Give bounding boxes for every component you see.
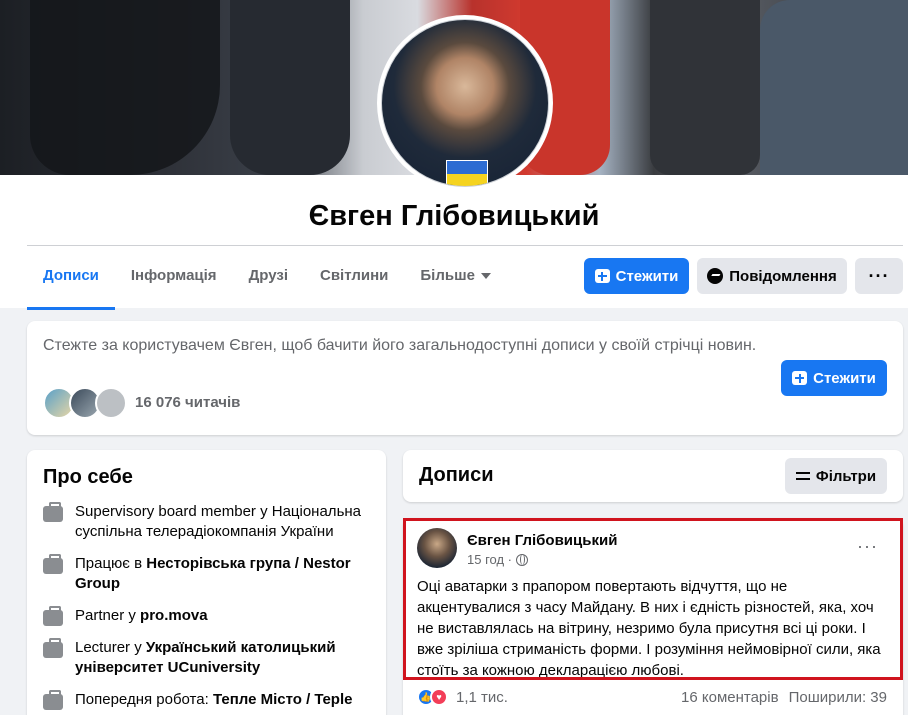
follow-prompt-text: Стежте за користувачем Євген, щоб бачити… xyxy=(43,337,757,354)
about-item-link[interactable]: Тепле Місто / Teple xyxy=(213,691,353,708)
follow-button-label: Стежити xyxy=(615,267,679,285)
follow-button-secondary[interactable]: Стежити xyxy=(781,360,887,396)
profile-avatar[interactable] xyxy=(377,15,553,191)
tab-more[interactable]: Більше xyxy=(404,253,507,305)
follow-button[interactable]: Стежити xyxy=(584,258,689,294)
caret-down-icon xyxy=(480,273,491,280)
posts-header-card: Дописи Фільтри xyxy=(403,450,903,502)
avatar xyxy=(381,19,549,187)
about-item-text: Працює в xyxy=(75,555,147,572)
avatar[interactable] xyxy=(417,528,457,568)
about-item-text: Supervisory board member у Національна с… xyxy=(75,503,362,540)
tab-more-label: Більше xyxy=(420,267,475,284)
follow-icon xyxy=(792,371,808,385)
post-text: Оці аватарки з прапором повертають відчу… xyxy=(417,578,881,679)
about-list: Supervisory board member у Національна с… xyxy=(43,502,373,715)
message-button[interactable]: Повідомлення xyxy=(697,258,847,294)
list-item: Lecturer у Український католицький уніве… xyxy=(43,638,373,678)
follow-button-label: Стежити xyxy=(813,369,876,387)
post-stats: 👍 ♥ 1,1 тис. 16 коментарів Поширили: 39 xyxy=(417,688,887,706)
list-item: Працює в Несторівська група / Nestor Gro… xyxy=(43,554,373,594)
about-item-text: Lecturer у xyxy=(75,639,146,656)
post-card: Євген Глібовицький 15 год · ··· Оці ават… xyxy=(403,518,903,715)
briefcase-icon xyxy=(43,690,63,710)
list-item: Попередня робота: Тепле Місто / Teple xyxy=(43,690,373,710)
filter-icon xyxy=(795,470,810,482)
messenger-icon xyxy=(707,268,724,284)
globe-icon xyxy=(516,553,528,566)
post-author[interactable]: Євген Глібовицький xyxy=(467,532,617,549)
posts-title: Дописи xyxy=(419,464,494,486)
post-time[interactable]: 15 год · xyxy=(467,552,512,567)
about-item-text: Partner у xyxy=(75,607,141,624)
profile-name: Євген Глібовицький xyxy=(308,200,600,232)
ukraine-flag-icon xyxy=(446,160,488,186)
comments-count[interactable]: 16 коментарів xyxy=(681,689,779,706)
briefcase-icon xyxy=(43,606,63,626)
follow-icon xyxy=(594,269,610,283)
profile-tabs: Дописи Інформація Друзі Світлини Більше xyxy=(27,253,507,310)
about-title: Про себе xyxy=(43,466,133,488)
briefcase-icon xyxy=(43,502,63,522)
follow-prompt-card: Стежте за користувачем Євген, щоб бачити… xyxy=(27,321,903,435)
filters-button[interactable]: Фільтри xyxy=(785,458,887,494)
post-meta: 15 год · xyxy=(467,552,528,567)
tab-photos[interactable]: Світлини xyxy=(304,253,404,305)
shares-count[interactable]: Поширили: 39 xyxy=(789,689,887,706)
message-button-label: Повідомлення xyxy=(729,267,837,285)
briefcase-icon xyxy=(43,554,63,574)
reactions-count[interactable]: 1,1 тис. xyxy=(456,689,508,706)
divider xyxy=(27,245,903,246)
briefcase-icon xyxy=(43,638,63,658)
post-options-button[interactable]: ··· xyxy=(857,536,878,557)
tab-friends[interactable]: Друзі xyxy=(233,253,304,305)
about-card: Про себе Supervisory board member у Наці… xyxy=(27,450,386,715)
love-icon: ♥ xyxy=(430,688,448,706)
followers-count[interactable]: 16 076 читачів xyxy=(135,394,240,411)
avatar xyxy=(95,387,127,419)
tab-info[interactable]: Інформація xyxy=(115,253,233,305)
filters-button-label: Фільтри xyxy=(815,467,877,485)
about-item-link[interactable]: pro.mova xyxy=(140,607,208,624)
follower-avatars[interactable] xyxy=(43,387,127,419)
tab-posts[interactable]: Дописи xyxy=(27,253,115,310)
list-item: Partner у pro.mova xyxy=(43,606,373,626)
list-item: Supervisory board member у Національна с… xyxy=(43,502,373,542)
more-options-button[interactable]: ··· xyxy=(855,258,903,294)
about-item-text: Попередня робота: xyxy=(75,691,213,708)
more-dots-icon: ··· xyxy=(868,266,890,286)
